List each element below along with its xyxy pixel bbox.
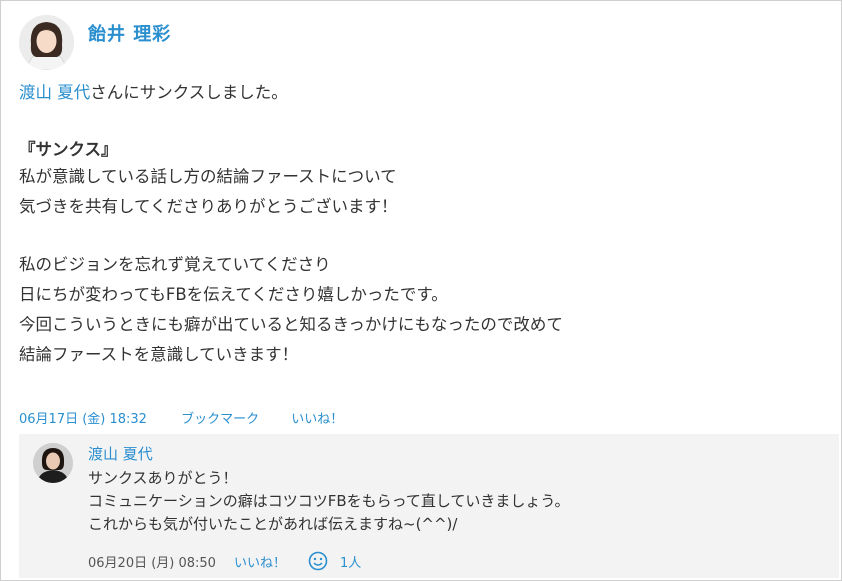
message-body-1: 私が意識している話し方の結論ファーストについて 気づきを共有してくださりありがと…: [19, 162, 398, 222]
message-line: 私のビジョンを忘れず覚えていてくださり: [19, 255, 331, 274]
thanks-summary: 渡山 夏代さんにサンクスしました。: [19, 78, 288, 108]
message-line: 気づきを共有してくださりありがとうございます！: [19, 197, 398, 216]
reply-line: コミュニケーションの癖はコツコツFBをもらって直していきましょう。: [88, 492, 570, 510]
like-link[interactable]: いいね！: [291, 412, 343, 427]
post-meta: 06月17日 (金) 18:32 ブックマーク いいね！: [19, 408, 371, 427]
author-name[interactable]: 飴井 理彩: [88, 20, 171, 46]
smile-reaction-icon[interactable]: [308, 551, 328, 571]
reply-like-link[interactable]: いいね！: [234, 552, 286, 571]
thanks-title: 『サンクス』: [19, 140, 118, 159]
reply-author-name[interactable]: 渡山 夏代: [88, 443, 153, 464]
reply-date: 06月20日 (月) 08:50: [88, 555, 216, 571]
message-line: 結論ファーストを意識していきます！: [19, 345, 299, 364]
reply-line: サンクスありがとう！: [88, 469, 238, 487]
reply-meta: 06月20日 (月) 08:50 いいね！ 1人: [88, 551, 361, 571]
message-line: 日にちが変わってもFBを伝えてくださり嬉しかったです。: [19, 285, 448, 304]
reply-line: これからも気が付いたことがあれば伝えますね~(^^)/: [88, 515, 458, 533]
reply-message: サンクスありがとう！ コミュニケーションの癖はコツコツFBをもらって直していきま…: [88, 467, 570, 536]
recipient-link[interactable]: 渡山 夏代: [19, 83, 90, 102]
bookmark-link[interactable]: ブックマーク: [181, 412, 259, 427]
author-avatar[interactable]: [19, 15, 74, 70]
reply-avatar[interactable]: [33, 443, 73, 483]
message-body-2: 私のビジョンを忘れず覚えていてくださり 日にちが変わってもFBを伝えてくださり嬉…: [19, 250, 563, 370]
message-line: 私が意識している話し方の結論ファーストについて: [19, 167, 397, 186]
reaction-count[interactable]: 1人: [340, 552, 361, 571]
summary-text: さんにサンクスしました。: [90, 83, 288, 102]
post-date[interactable]: 06月17日 (金) 18:32: [19, 412, 147, 427]
message-line: 今回こういうときにも癖が出ていると知るきっかけにもなったので改めて: [19, 315, 563, 334]
